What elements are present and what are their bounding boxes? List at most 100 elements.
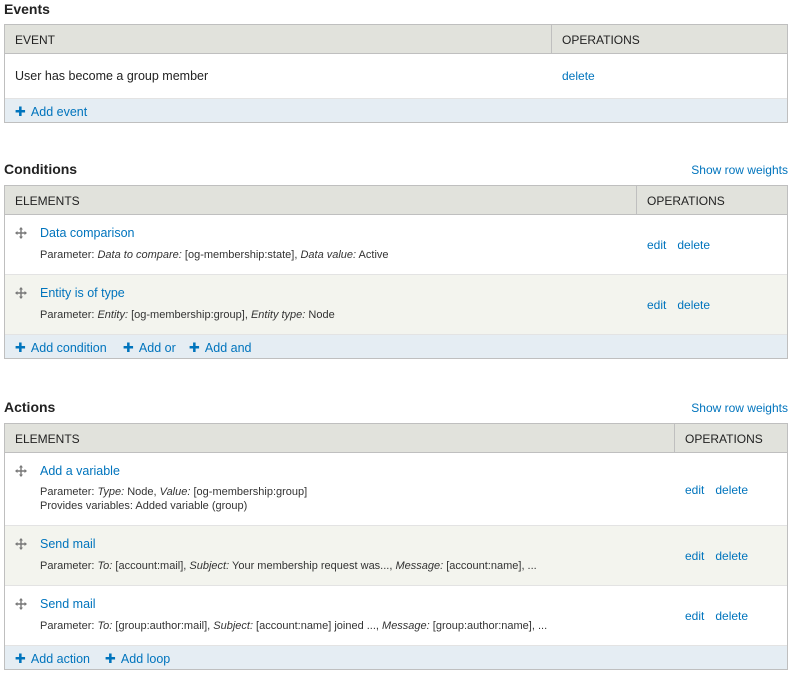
- conditions-show-row-weights-link[interactable]: Show row weights: [691, 163, 788, 177]
- condition-ops: edit delete: [647, 238, 721, 252]
- action-title-link[interactable]: Add a variable: [40, 464, 120, 478]
- delete-link[interactable]: delete: [715, 483, 748, 497]
- add-loop-label: Add loop: [120, 652, 171, 666]
- add-action-label: Add action: [30, 652, 90, 666]
- drag-handle-icon[interactable]: [15, 287, 27, 299]
- delete-link[interactable]: delete: [677, 238, 710, 252]
- events-table: EVENT OPERATIONS User has become a group…: [4, 24, 788, 123]
- plus-icon: ✚: [15, 651, 26, 666]
- param-prefix: Parameter:: [40, 486, 98, 498]
- param-key: Subject:: [189, 560, 230, 572]
- param-value: [account:name], ...: [443, 560, 537, 572]
- param-key: Data value:: [300, 249, 357, 261]
- conditions-title: Conditions: [4, 161, 78, 177]
- actions-col-elements: ELEMENTS: [15, 432, 80, 446]
- param-key: Message:: [395, 560, 444, 572]
- param-value: [og-membership:group]: [190, 486, 308, 498]
- drag-handle-icon[interactable]: [15, 465, 27, 477]
- actions-table-header: ELEMENTS OPERATIONS: [5, 424, 787, 453]
- param-key: Entity type:: [250, 309, 306, 321]
- param-key: Type:: [97, 486, 125, 498]
- condition-title-link[interactable]: Data comparison: [40, 226, 135, 240]
- table-row: Send mail Parameter: To: [group:author:m…: [5, 586, 787, 646]
- action-title-link[interactable]: Send mail: [40, 537, 96, 551]
- param-key: To:: [97, 620, 113, 632]
- event-ops: delete: [562, 69, 606, 83]
- delete-link[interactable]: delete: [677, 298, 710, 312]
- add-action-link[interactable]: ✚ Add action: [15, 651, 90, 667]
- table-row: User has become a group member delete: [5, 54, 787, 99]
- param-value: Your membership request was...,: [229, 560, 396, 572]
- actions-footer: ✚ Add action ✚ Add loop: [5, 646, 787, 669]
- column-divider: [636, 186, 637, 214]
- param-prefix: Parameter:: [40, 620, 98, 632]
- edit-link[interactable]: edit: [647, 298, 666, 312]
- param-prefix: Parameter:: [40, 309, 98, 321]
- conditions-col-elements: ELEMENTS: [15, 194, 80, 208]
- events-col-event: EVENT: [15, 33, 56, 47]
- action-ops: edit delete: [685, 549, 759, 563]
- add-and-label: Add and: [204, 341, 252, 355]
- drag-handle-icon[interactable]: [15, 598, 27, 610]
- actions-col-operations: OPERATIONS: [685, 432, 763, 446]
- delete-link[interactable]: delete: [715, 549, 748, 563]
- add-loop-link[interactable]: ✚ Add loop: [105, 651, 170, 667]
- events-title: Events: [4, 1, 50, 17]
- event-label: User has become a group member: [15, 69, 209, 83]
- param-key: Data to compare:: [97, 249, 182, 261]
- plus-icon: ✚: [105, 651, 116, 666]
- plus-icon: ✚: [123, 340, 134, 355]
- plus-icon: ✚: [189, 340, 200, 355]
- delete-link[interactable]: delete: [715, 609, 748, 623]
- column-divider: [674, 424, 675, 452]
- param-key: Value:: [159, 486, 191, 498]
- delete-event-link[interactable]: delete: [562, 69, 595, 83]
- add-or-label: Add or: [138, 341, 176, 355]
- provides-variables-text: Provides variables: Added variable (grou…: [40, 500, 248, 512]
- table-row: Entity is of type Parameter: Entity: [og…: [5, 275, 787, 335]
- param-value: Node,: [124, 486, 160, 498]
- conditions-col-operations: OPERATIONS: [647, 194, 725, 208]
- add-condition-label: Add condition: [30, 341, 107, 355]
- param-value: [group:author:name], ...: [429, 620, 548, 632]
- drag-handle-icon[interactable]: [15, 227, 27, 239]
- conditions-table: ELEMENTS OPERATIONS Data comparison Para…: [4, 185, 788, 359]
- conditions-table-header: ELEMENTS OPERATIONS: [5, 186, 787, 215]
- plus-icon: ✚: [15, 104, 26, 119]
- actions-show-row-weights-link[interactable]: Show row weights: [691, 401, 788, 415]
- param-value: [og-membership:group],: [128, 309, 251, 321]
- param-value: [account:mail],: [112, 560, 190, 572]
- conditions-footer: ✚ Add condition ✚ Add or ✚ Add and: [5, 335, 787, 358]
- param-key: Subject:: [213, 620, 253, 632]
- param-prefix: Parameter:: [40, 560, 98, 572]
- condition-parameters: Parameter: Data to compare: [og-membersh…: [40, 249, 389, 261]
- edit-link[interactable]: edit: [685, 549, 704, 563]
- add-condition-link[interactable]: ✚ Add condition: [15, 340, 107, 356]
- param-value: Active: [356, 249, 389, 261]
- action-title-link[interactable]: Send mail: [40, 597, 96, 611]
- events-col-operations: OPERATIONS: [562, 33, 640, 47]
- plus-icon: ✚: [15, 340, 26, 355]
- param-key: Entity:: [97, 309, 129, 321]
- condition-ops: edit delete: [647, 298, 721, 312]
- action-parameters: Parameter: Type: Node, Value: [og-member…: [40, 486, 307, 498]
- actions-table: ELEMENTS OPERATIONS Add a variable Param…: [4, 423, 788, 670]
- column-divider: [551, 25, 552, 53]
- edit-link[interactable]: edit: [647, 238, 666, 252]
- edit-link[interactable]: edit: [685, 609, 704, 623]
- add-and-link[interactable]: ✚ Add and: [189, 340, 251, 356]
- drag-handle-icon[interactable]: [15, 538, 27, 550]
- actions-title: Actions: [4, 399, 56, 415]
- param-prefix: Parameter:: [40, 249, 98, 261]
- param-value: [og-membership:state],: [181, 249, 301, 261]
- add-event-link[interactable]: ✚ Add event: [15, 104, 87, 120]
- action-parameters: Parameter: To: [group:author:mail], Subj…: [40, 620, 547, 632]
- events-table-header: EVENT OPERATIONS: [5, 25, 787, 54]
- edit-link[interactable]: edit: [685, 483, 704, 497]
- condition-parameters: Parameter: Entity: [og-membership:group]…: [40, 309, 335, 321]
- action-ops: edit delete: [685, 609, 759, 623]
- add-event-label: Add event: [30, 105, 88, 119]
- add-or-link[interactable]: ✚ Add or: [123, 340, 176, 356]
- condition-title-link[interactable]: Entity is of type: [40, 286, 125, 300]
- events-footer: ✚ Add event: [5, 99, 787, 122]
